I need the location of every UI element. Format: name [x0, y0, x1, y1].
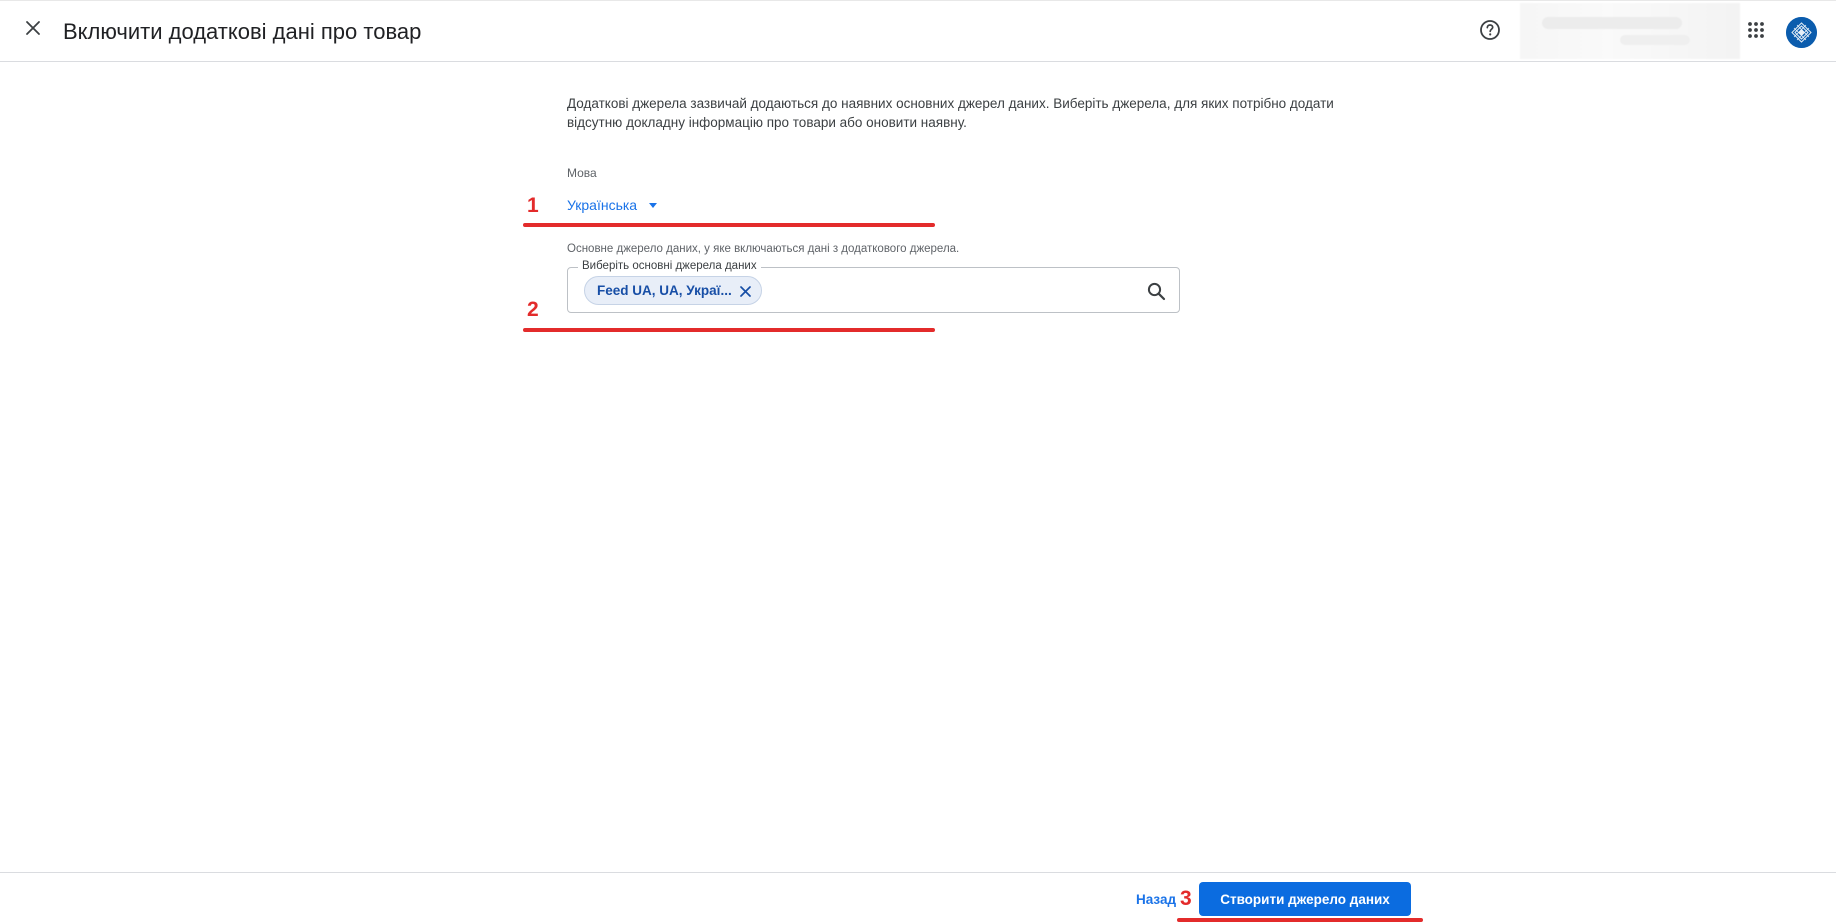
annotation-underline-1 [523, 223, 935, 227]
language-label: Мова [567, 166, 597, 180]
annotation-step-2: 2 [527, 298, 539, 321]
close-icon [25, 20, 41, 41]
top-bar: Включити додаткові дані про товар [0, 0, 1836, 62]
create-data-source-button[interactable]: Створити джерело даних [1199, 882, 1411, 916]
annotation-step-3: 3 [1180, 887, 1192, 910]
help-icon [1479, 19, 1501, 46]
primary-source-field-label: Виберіть основні джерела даних [578, 260, 761, 272]
annotation-underline-3 [1177, 918, 1423, 922]
annotation-step-1: 1 [527, 194, 539, 217]
close-icon [739, 285, 751, 297]
caret-down-icon [649, 202, 658, 208]
avatar-logo-icon [1786, 17, 1817, 48]
language-selected-value: Українська [567, 197, 638, 213]
close-button[interactable] [18, 15, 48, 45]
back-button[interactable]: Назад [1136, 892, 1176, 907]
account-info-blurred [1520, 3, 1740, 59]
apps-button[interactable] [1742, 18, 1770, 46]
search-icon [1147, 282, 1165, 300]
apps-grid-icon [1747, 21, 1765, 44]
chip-label: Feed UA, UA, Украї... [597, 283, 732, 298]
search-button[interactable] [1145, 280, 1167, 302]
avatar[interactable] [1786, 17, 1817, 48]
page-title: Включити додаткові дані про товар [63, 19, 422, 44]
language-dropdown[interactable]: Українська [567, 197, 658, 213]
primary-source-field[interactable]: Виберіть основні джерела даних Feed UA, … [567, 260, 1180, 313]
help-button[interactable] [1476, 18, 1504, 46]
primary-source-helper: Основне джерело даних, у яке включаються… [567, 243, 960, 255]
page-frame: Включити додаткові дані про товар Додатк… [0, 0, 1836, 923]
footer-bar: Назад 3 Створити джерело даних [0, 872, 1836, 923]
selected-source-chip[interactable]: Feed UA, UA, Украї... [584, 276, 762, 305]
intro-description: Додаткові джерела зазвичай додаються до … [567, 96, 1334, 130]
chip-remove-button[interactable] [737, 283, 753, 299]
annotation-underline-2 [523, 328, 935, 332]
